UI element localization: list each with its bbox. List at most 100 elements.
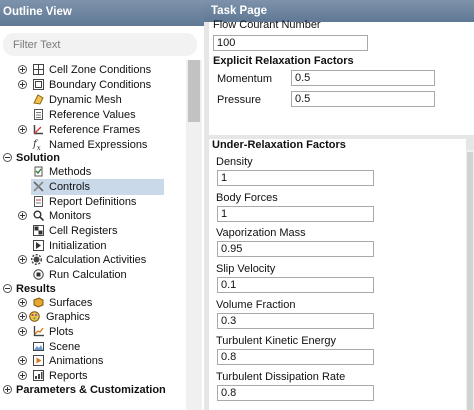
task-page-title: Task Page	[211, 5, 268, 17]
tree-item-cell-zone-conditions[interactable]: Cell Zone Conditions	[0, 63, 186, 77]
expand-icon[interactable]	[18, 255, 27, 264]
outline-view-header: Outline View	[0, 0, 204, 26]
animations-icon	[33, 355, 44, 366]
turbulent-dissipation-rate-input[interactable]	[217, 385, 374, 401]
dynamic-mesh-icon	[33, 94, 44, 105]
tree-item-run-calculation[interactable]: Run Calculation	[0, 268, 186, 282]
tree-item-label: Calculation Activities	[46, 254, 147, 266]
tree-item-label: Plots	[49, 326, 74, 338]
tree-item-label: Controls	[49, 181, 90, 193]
momentum-label: Momentum	[217, 73, 273, 85]
tree-item-label: Boundary Conditions	[49, 79, 152, 91]
slip-velocity-input[interactable]	[217, 277, 374, 293]
collapse-icon[interactable]	[3, 284, 12, 293]
collapse-icon[interactable]	[3, 153, 12, 162]
tree-item-label: Reports	[49, 370, 88, 382]
filter-text-input[interactable]	[3, 33, 197, 56]
tree-item-reference-frames[interactable]: Reference Frames	[0, 123, 186, 137]
tree-item-label: Reference Values	[49, 109, 136, 121]
outline-view-title: Outline View	[3, 6, 72, 18]
tree-item-label: Named Expressions	[49, 139, 148, 151]
cell-registers-icon	[33, 225, 44, 236]
tree-item-report-definitions[interactable]: Report Definitions	[0, 195, 186, 209]
tree-item-label: Dynamic Mesh	[49, 94, 122, 106]
expand-icon[interactable]	[18, 371, 27, 380]
tree-item-surfaces[interactable]: Surfaces	[0, 296, 186, 310]
tree-item-label: Reference Frames	[49, 124, 141, 136]
task-page-scrollbar-thumb[interactable]	[467, 152, 473, 410]
pressure-velocity-coupling-section: Flow Courant Number Explicit Relaxation …	[209, 19, 474, 135]
calculation-activities-icon	[31, 254, 42, 265]
body-forces-input[interactable]	[217, 206, 374, 222]
boundary-icon	[33, 79, 44, 90]
graphics-icon	[29, 311, 40, 322]
vaporization-mass-input[interactable]	[217, 241, 374, 257]
tree-item-scene[interactable]: Scene	[0, 340, 186, 354]
momentum-input[interactable]	[291, 70, 435, 86]
tree-item-controls[interactable]: Controls	[0, 179, 186, 195]
expand-icon[interactable]	[18, 327, 27, 336]
expand-icon[interactable]	[18, 125, 27, 134]
tree-item-cell-registers[interactable]: Cell Registers	[0, 224, 186, 238]
tree-item-label: Report Definitions	[49, 196, 137, 208]
tree-item-plots[interactable]: Plots	[0, 325, 186, 339]
vaporization-mass-label: Vaporization Mass	[216, 227, 306, 239]
report-definitions-icon	[33, 196, 44, 207]
expand-icon[interactable]	[18, 312, 27, 321]
density-input[interactable]	[217, 170, 374, 186]
tree-item-label: Scene	[49, 341, 81, 353]
flow-courant-input[interactable]	[213, 35, 368, 51]
volume-fraction-input[interactable]	[217, 313, 374, 329]
turbulent-dissipation-rate-label: Turbulent Dissipation Rate	[216, 371, 346, 383]
expand-icon[interactable]	[18, 356, 27, 365]
tree-item-methods[interactable]: Methods	[0, 165, 186, 179]
tree-item-solution[interactable]: Solution	[0, 151, 186, 165]
reports-icon	[33, 370, 44, 381]
tree-item-reports[interactable]: Reports	[0, 369, 186, 383]
tree-item-label: Cell Zone Conditions	[49, 64, 152, 76]
tree-item-label: Results	[16, 283, 56, 295]
tree-item-dynamic-mesh[interactable]: Dynamic Mesh	[0, 93, 186, 107]
turbulent-kinetic-energy-label: Turbulent Kinetic Energy	[216, 335, 337, 347]
pressure-label: Pressure	[217, 94, 262, 106]
tree-item-monitors[interactable]: Monitors	[0, 209, 186, 223]
scene-icon	[33, 341, 44, 352]
density-label: Density	[216, 156, 253, 168]
monitors-icon	[33, 210, 44, 221]
tree-item-label: Methods	[49, 166, 92, 178]
turbulent-kinetic-energy-input[interactable]	[217, 349, 374, 365]
tree-item-label: Animations	[49, 355, 104, 367]
controls-icon	[33, 181, 44, 192]
pressure-input[interactable]	[291, 91, 435, 107]
tree-item-label: Run Calculation	[49, 269, 127, 281]
tree-item-label: Solution	[16, 152, 60, 164]
tree-item-initialization[interactable]: Initialization	[0, 239, 186, 253]
tree-item-calculation-activities[interactable]: Calculation Activities	[0, 253, 186, 267]
volume-fraction-label: Volume Fraction	[216, 299, 296, 311]
slip-velocity-label: Slip Velocity	[216, 263, 276, 275]
tree-item-named-expressions[interactable]: fx Named Expressions	[0, 138, 186, 152]
cell-zone-icon	[33, 64, 44, 75]
expand-icon[interactable]	[18, 80, 27, 89]
plots-icon	[33, 326, 44, 337]
initialization-icon	[33, 240, 44, 251]
expand-icon[interactable]	[18, 65, 27, 74]
reference-values-icon	[33, 109, 44, 120]
tree-item-graphics[interactable]: Graphics	[0, 310, 186, 324]
tree-item-reference-values[interactable]: Reference Values	[0, 108, 186, 122]
outline-scrollbar-thumb[interactable]	[188, 60, 200, 122]
tree-item-label: Parameters & Customization	[16, 384, 166, 396]
expand-icon[interactable]	[3, 385, 12, 394]
tree-item-label: Cell Registers	[49, 225, 118, 237]
expand-icon[interactable]	[18, 211, 27, 220]
body-forces-label: Body Forces	[216, 192, 278, 204]
tree-item-boundary-conditions[interactable]: Boundary Conditions	[0, 78, 186, 92]
tree-item-animations[interactable]: Animations	[0, 354, 186, 368]
task-page-panel: Task Page Flow Courant Number Explicit R…	[204, 0, 474, 410]
outline-view-panel: Outline View Cell Zone Conditions Bounda…	[0, 0, 204, 410]
expand-icon[interactable]	[18, 298, 27, 307]
tree-item-parameters-customization[interactable]: Parameters & Customization	[0, 383, 186, 397]
under-relaxation-title: Under-Relaxation Factors	[212, 139, 346, 151]
explicit-relaxation-title: Explicit Relaxation Factors	[213, 55, 354, 67]
tree-item-results[interactable]: Results	[0, 282, 186, 296]
